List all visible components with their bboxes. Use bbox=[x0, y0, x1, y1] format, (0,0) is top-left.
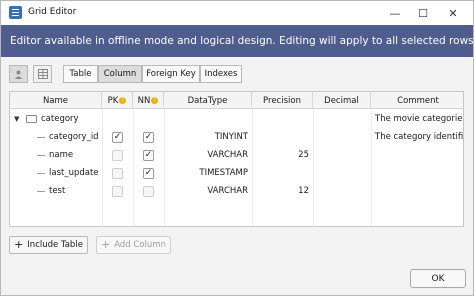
table-name: category bbox=[41, 114, 79, 124]
column-name: last_update bbox=[49, 168, 99, 178]
pk-cell[interactable] bbox=[112, 164, 128, 182]
nn-checkbox[interactable]: ✓ bbox=[143, 167, 154, 179]
add-column-label: Add Column bbox=[114, 240, 166, 250]
grid-editor-window: Grid Editor — ☐ ✕ Editor available in of… bbox=[0, 0, 474, 296]
nn-checkbox[interactable]: ✓ bbox=[143, 149, 154, 161]
title-bar: Grid Editor — ☐ ✕ bbox=[1, 1, 473, 25]
header-nn-label: NN bbox=[137, 95, 151, 106]
header-nn[interactable]: NN! bbox=[133, 92, 164, 109]
grid-icon bbox=[37, 69, 48, 79]
plus-icon: + bbox=[14, 238, 24, 251]
pk-cell[interactable] bbox=[112, 146, 128, 164]
precision-cell[interactable] bbox=[252, 128, 309, 146]
table-comment[interactable]: The movie categories bbox=[375, 110, 463, 128]
header-precision[interactable]: Precision bbox=[252, 92, 313, 109]
tab-indexes[interactable]: Indexes bbox=[200, 65, 242, 83]
columns-grid[interactable]: Name PK! NN! DataType Precision Decimal … bbox=[9, 91, 464, 227]
header-pk[interactable]: PK! bbox=[102, 92, 133, 109]
pk-checkbox[interactable]: ✓ bbox=[112, 131, 123, 143]
nn-checkbox[interactable]: ✓ bbox=[143, 131, 154, 143]
comment-cell[interactable] bbox=[375, 146, 463, 164]
column-icon bbox=[37, 190, 45, 192]
table-row-category[interactable]: ▼ category The movie categories bbox=[10, 110, 463, 128]
column-row[interactable]: category_id ✓ ✓ TINYINT The category ide… bbox=[10, 128, 463, 146]
warning-icon: ! bbox=[151, 97, 159, 104]
header-pk-label: PK bbox=[107, 95, 119, 106]
datatype-cell[interactable]: VARCHAR bbox=[164, 182, 248, 200]
pk-checkbox[interactable] bbox=[112, 149, 123, 161]
warning-icon: ! bbox=[119, 97, 127, 104]
add-column-button[interactable]: + Add Column bbox=[96, 236, 171, 254]
precision-cell[interactable] bbox=[252, 164, 309, 182]
pk-cell[interactable]: ✓ bbox=[112, 128, 128, 146]
tab-column[interactable]: Column bbox=[98, 65, 142, 83]
pk-cell[interactable] bbox=[112, 182, 128, 200]
column-icon bbox=[37, 154, 45, 156]
column-name-cell[interactable]: test bbox=[37, 182, 102, 200]
column-row[interactable]: name ✓ VARCHAR 25 bbox=[10, 146, 463, 164]
column-name-cell[interactable]: name bbox=[37, 146, 102, 164]
comment-cell[interactable] bbox=[375, 182, 463, 200]
nn-cell[interactable]: ✓ bbox=[143, 146, 159, 164]
table-name-cell: ▼ category bbox=[14, 110, 102, 128]
header-decimal[interactable]: Decimal bbox=[313, 92, 371, 109]
precision-cell[interactable]: 12 bbox=[252, 182, 309, 200]
info-banner: Editor available in offline mode and log… bbox=[1, 25, 473, 57]
nn-cell[interactable]: ✓ bbox=[143, 128, 159, 146]
window-title: Grid Editor bbox=[28, 7, 77, 17]
logical-view-button[interactable] bbox=[9, 65, 28, 83]
minimize-button[interactable]: — bbox=[382, 3, 408, 23]
nn-cell[interactable]: ✓ bbox=[143, 164, 159, 182]
column-name-cell[interactable]: last_update bbox=[37, 164, 102, 182]
pk-checkbox[interactable] bbox=[112, 185, 123, 197]
column-row[interactable]: last_update ✓ TIMESTAMP bbox=[10, 164, 463, 182]
column-row[interactable]: test VARCHAR 12 bbox=[10, 182, 463, 200]
plus-icon: + bbox=[101, 238, 111, 251]
grid-view-button[interactable] bbox=[33, 65, 52, 83]
tab-foreign-key[interactable]: Foreign Key bbox=[142, 65, 200, 83]
precision-cell[interactable]: 25 bbox=[252, 146, 309, 164]
include-table-button[interactable]: + Include Table bbox=[9, 236, 88, 254]
datatype-cell[interactable]: TINYINT bbox=[164, 128, 248, 146]
column-name: test bbox=[49, 186, 66, 196]
datatype-cell[interactable]: TIMESTAMP bbox=[164, 164, 248, 182]
app-icon bbox=[9, 6, 22, 19]
header-name[interactable]: Name bbox=[10, 92, 102, 109]
nn-cell[interactable] bbox=[143, 182, 159, 200]
column-name: category_id bbox=[49, 132, 99, 142]
comment-cell[interactable]: The category identifi… bbox=[375, 128, 463, 146]
datatype-cell[interactable]: VARCHAR bbox=[164, 146, 248, 164]
header-comment[interactable]: Comment bbox=[371, 92, 463, 109]
tab-table[interactable]: Table bbox=[63, 65, 98, 83]
grid-header: Name PK! NN! DataType Precision Decimal … bbox=[10, 92, 463, 109]
table-icon bbox=[26, 115, 37, 123]
comment-cell[interactable] bbox=[375, 164, 463, 182]
column-name-cell[interactable]: category_id bbox=[37, 128, 102, 146]
header-datatype[interactable]: DataType bbox=[164, 92, 252, 109]
expand-arrow-icon[interactable]: ▼ bbox=[14, 115, 22, 123]
maximize-button[interactable]: ☐ bbox=[410, 3, 436, 23]
person-icon bbox=[15, 70, 22, 79]
pk-checkbox[interactable] bbox=[112, 167, 123, 179]
column-name: name bbox=[49, 150, 74, 160]
ok-button[interactable]: OK bbox=[410, 269, 466, 288]
nn-checkbox[interactable] bbox=[143, 185, 154, 197]
column-icon bbox=[37, 172, 45, 174]
column-icon bbox=[37, 136, 45, 138]
close-button[interactable]: ✕ bbox=[440, 3, 466, 23]
include-table-label: Include Table bbox=[27, 240, 83, 250]
